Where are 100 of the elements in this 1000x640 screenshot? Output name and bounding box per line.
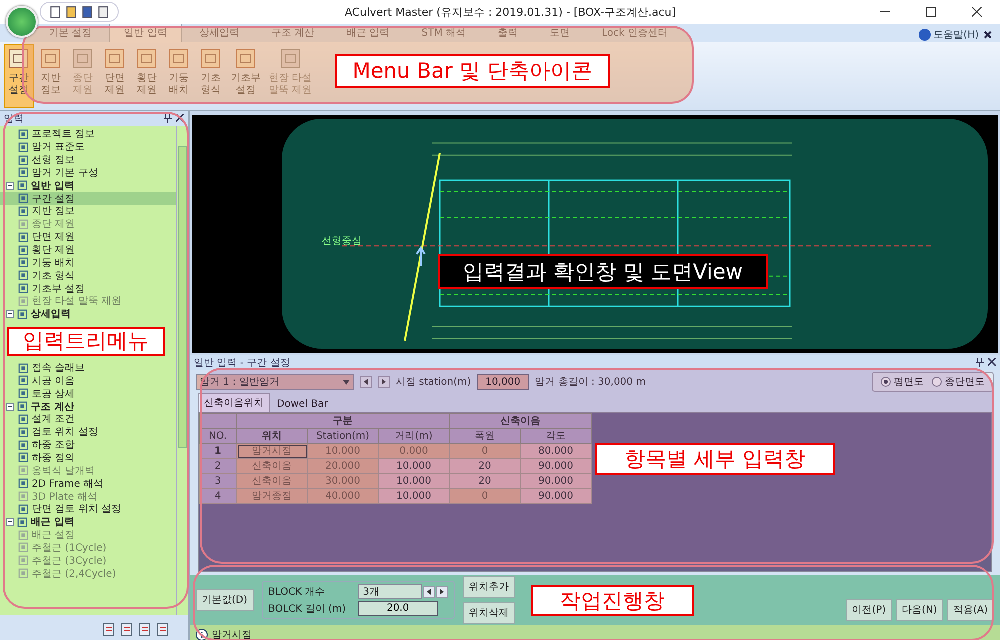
table-header: NO. (200, 428, 236, 444)
table-cell[interactable]: 10.000 (378, 474, 450, 488)
view-radio[interactable]: 종단면도 (932, 375, 985, 389)
tree-item[interactable]: 하중 정의 (0, 452, 176, 464)
help-link[interactable]: 도움말(H) (934, 28, 979, 42)
nav-button[interactable]: 다음(N) (896, 599, 944, 621)
document-icon[interactable] (102, 623, 116, 637)
tree-item[interactable]: 검토 위치 설정 (0, 426, 176, 439)
row-number[interactable]: 2 (200, 458, 236, 474)
tree-node-icon (18, 270, 29, 282)
tool-icon (135, 47, 159, 71)
ribbon-tab[interactable]: 배근 입력 (332, 23, 405, 42)
tree-node-icon (18, 452, 29, 464)
collapse-icon[interactable] (6, 518, 14, 526)
previous-button[interactable] (423, 586, 436, 598)
status-text: 암거시점 (212, 629, 252, 640)
tree-node-icon (18, 388, 29, 400)
ribbon-button[interactable]: 기초부 설정 (228, 44, 264, 108)
table-cell[interactable]: 90.000 (520, 474, 592, 488)
start-station-field[interactable]: 10,000 (477, 374, 530, 390)
pin-icon[interactable] (976, 358, 984, 367)
panel-tab[interactable]: Dowel Bar (271, 396, 334, 412)
tree-node-icon (18, 530, 29, 541)
ribbon-button[interactable]: 기둥 배치 (164, 44, 194, 108)
tree-item[interactable]: 암거 기본 구성 (0, 166, 176, 180)
block-count-dropdown[interactable]: 3개 (358, 584, 422, 599)
tree-item[interactable]: 접속 슬래브 (0, 362, 176, 374)
tree-item[interactable]: 기둥 배치 (0, 256, 176, 270)
row-number[interactable]: 1 (200, 444, 236, 458)
row-number[interactable]: 4 (200, 488, 236, 504)
tree-item[interactable]: 설계 조건 (0, 413, 176, 426)
ribbon-tab[interactable]: 구조 계산 (256, 23, 330, 42)
add-position-button[interactable]: 위치추가 (463, 576, 516, 598)
panel-tab[interactable]: 신축이음위치 (198, 393, 270, 412)
table-cell[interactable]: 80.000 (520, 444, 592, 458)
table-cell[interactable]: 10.000 (378, 488, 450, 504)
collapse-icon[interactable] (6, 182, 14, 190)
maximize-icon[interactable] (926, 7, 936, 17)
tree-item[interactable]: 프로젝트 정보 (0, 128, 176, 141)
ribbon-tab[interactable]: STM 해석 (406, 23, 482, 42)
tree-item[interactable]: 횡단 제원 (0, 244, 176, 256)
tree-node-icon (17, 401, 28, 412)
left-triangle-icon (364, 379, 368, 385)
ribbon-button[interactable]: 단면 제원 (100, 44, 130, 108)
previous-button[interactable] (360, 376, 372, 388)
tool-icon (199, 47, 223, 71)
tree-item[interactable]: 암거 표준도 (0, 140, 176, 154)
tree-item[interactable]: 지반 정보 (0, 205, 176, 218)
ribbon-button[interactable]: 지반 정보 (36, 44, 66, 108)
nav-button[interactable]: 적용(A) (947, 599, 994, 621)
delete-position-button[interactable]: 위치삭제 (463, 602, 516, 624)
ribbon-tab[interactable]: 출력 (483, 23, 534, 42)
view-radio[interactable]: 평면도 (881, 375, 924, 389)
table-cell[interactable]: 90.000 (520, 488, 592, 504)
tree-item[interactable]: 2D Frame 해석 (0, 477, 176, 490)
ribbon-button[interactable]: 기초 형식 (196, 44, 226, 108)
ribbon-tab[interactable]: Lock 인증센터 (587, 23, 683, 42)
close-icon[interactable] (988, 358, 996, 366)
tree-item[interactable]: 구간 설정 (0, 192, 176, 206)
tree-item[interactable]: 기초부 설정 (0, 282, 176, 295)
annotation-label: 입력결과 확인창 및 도면View (438, 254, 768, 289)
table-cell[interactable]: 20 (450, 458, 520, 474)
pin-icon[interactable] (164, 114, 172, 123)
tree-item[interactable]: 토공 상세 (0, 387, 176, 400)
close-icon[interactable] (972, 7, 982, 17)
tree-node-icon (18, 491, 29, 502)
close-icon[interactable] (176, 114, 184, 122)
tree-item[interactable]: 하중 조합 (0, 438, 176, 452)
tree-item[interactable]: 기초 형식 (0, 269, 176, 282)
nav-button[interactable]: 이전(P) (846, 599, 892, 621)
next-button[interactable] (436, 586, 448, 598)
new-file-icon[interactable] (49, 6, 62, 18)
ribbon-tab[interactable]: 기본 설정 (34, 23, 108, 42)
tree-item[interactable]: 선형 정보 (0, 154, 176, 167)
next-button[interactable] (378, 376, 390, 388)
tool-icon (71, 47, 95, 71)
block-length-field[interactable]: 20.0 (358, 601, 438, 616)
ribbon-tab[interactable]: 상세입력 (184, 23, 254, 42)
tree-item[interactable]: 단면 제원 (0, 230, 176, 244)
tree-group[interactable]: 상세입력 (0, 308, 176, 321)
collapse-icon[interactable] (6, 310, 14, 318)
collapse-icon[interactable] (6, 402, 14, 411)
table-cell[interactable]: 10.000 (378, 458, 450, 474)
default-button[interactable]: 기본값(D) (196, 589, 254, 611)
field-label: BLOCK 개수 (268, 586, 326, 598)
row-number[interactable]: 3 (200, 474, 236, 488)
tree-item[interactable]: 시공 이음 (0, 374, 176, 388)
close-icon[interactable] (982, 29, 994, 41)
help-icon[interactable] (918, 29, 931, 41)
tree-group[interactable]: 배근 입력 (0, 516, 176, 529)
table-cell[interactable]: 90.000 (520, 458, 592, 474)
ribbon-tab[interactable]: 도면 (535, 23, 586, 42)
tree-group[interactable]: 구조 계산 (0, 400, 176, 414)
table-cell[interactable]: 20 (450, 474, 520, 488)
ribbon-button[interactable]: 횡단 제원 (132, 44, 162, 108)
tree-group[interactable]: 일반 입력 (0, 179, 176, 192)
scrollbar[interactable] (176, 126, 188, 615)
table-header: 거리(m) (378, 428, 450, 444)
tree-item[interactable]: 단면 검토 위치 설정 (0, 502, 176, 516)
ribbon-tab[interactable]: 일반 입력 (109, 23, 182, 42)
